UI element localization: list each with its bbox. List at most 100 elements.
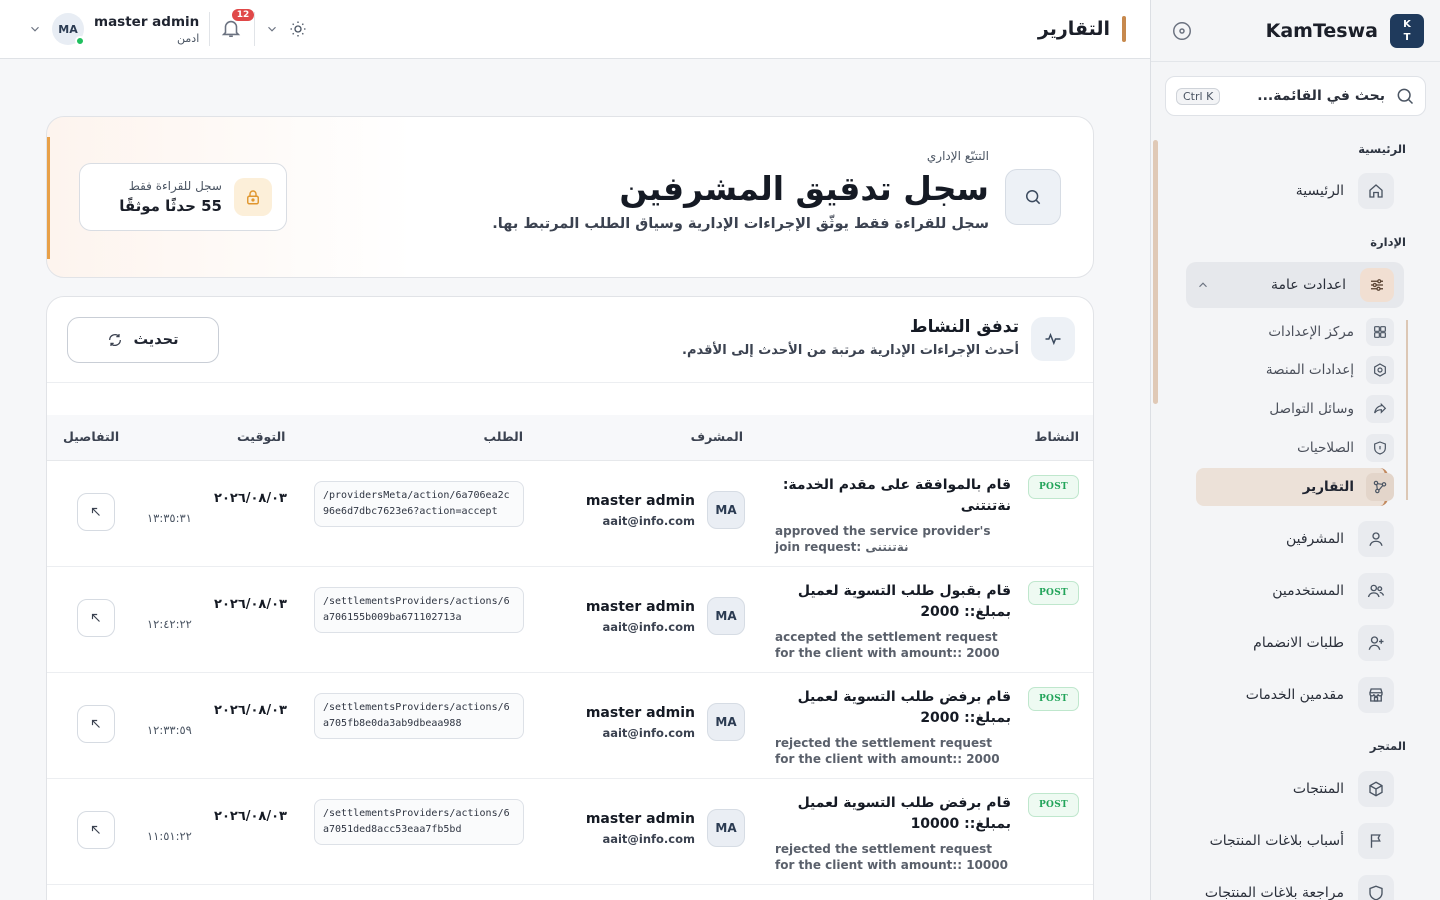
section-admin: الإدارة: [1370, 235, 1406, 249]
admin-email: aait@info.com: [602, 831, 695, 846]
column-header-request[interactable]: الطلب: [484, 429, 524, 444]
column-header-time[interactable]: التوقيت: [237, 429, 285, 444]
avatar: MA: [707, 809, 745, 847]
sidebar-search[interactable]: بحث في القائمة... Ctrl K: [1165, 76, 1426, 116]
page-title: التقارير: [1037, 18, 1110, 40]
sidebar-header: K T KamTeswa: [1151, 0, 1440, 62]
sidebar-subitem-platform-settings[interactable]: إعدادات المنصة: [1194, 355, 1394, 385]
arrow-up-left-icon: [89, 505, 103, 519]
hero-subtitle: سجل للقراءة فقط يوثّق الإجراءات الإدارية…: [492, 216, 989, 232]
hero-kicker: التتبّع الإداري: [926, 149, 989, 163]
column-header-activity[interactable]: النشاط: [1035, 429, 1079, 444]
admin-name: master admin: [585, 704, 695, 721]
activity-description-ar: قام برفض طلب التسوية لعميل بمبلغ:: 2000: [797, 689, 1011, 726]
page-title-accent: [1122, 16, 1126, 42]
sidebar-subitem-reports[interactable]: التقارير: [1194, 472, 1394, 502]
user-info[interactable]: master admin ادمن: [94, 14, 199, 45]
sidebar-collapse-icon[interactable]: [1171, 20, 1193, 42]
details-button[interactable]: [77, 493, 115, 531]
sidebar-item-join-requests[interactable]: طلبات الانضمام: [1184, 623, 1394, 663]
online-status-dot: [75, 36, 85, 46]
section-home: الرئيسية: [1358, 142, 1406, 156]
sidebar-item-report-reasons[interactable]: أسباب بلاغات المنتجات: [1184, 821, 1394, 861]
activity-description-ar: قام برفض طلب التسوية لعميل بمبلغ:: 10000: [797, 795, 1011, 832]
search-icon: [1023, 187, 1043, 207]
activity-description-en: accepted the settlement request for the …: [775, 630, 1000, 660]
column-header-admin[interactable]: المشرف: [691, 429, 743, 444]
arrow-up-left-icon: [89, 717, 103, 731]
sidebar-item-users[interactable]: المستخدمين: [1184, 571, 1394, 611]
sidebar-subitem-settings-center[interactable]: مركز الإعدادات: [1194, 317, 1394, 347]
details-button[interactable]: [77, 811, 115, 849]
admin-name: master admin: [585, 492, 695, 509]
admin-email: aait@info.com: [602, 725, 695, 740]
sidebar-item-products[interactable]: المنتجات: [1184, 769, 1394, 809]
activity-header: تدفق النشاط أحدث الإجراءات الإدارية مرتب…: [47, 297, 1093, 383]
brand-logo-k: K: [1403, 18, 1411, 30]
theme-chevron-down-icon[interactable]: [265, 22, 279, 36]
sidebar-scrollbar[interactable]: [1151, 126, 1159, 900]
chevron-up-icon[interactable]: [1196, 278, 1210, 292]
activity-title: تدفق النشاط: [909, 317, 1019, 337]
sidebar-item-report-review[interactable]: مراجعة بلاغات المنتجات: [1184, 873, 1394, 900]
shield-check-icon: [1358, 875, 1394, 900]
admin-name: master admin: [585, 810, 695, 827]
sidebar-item-label: المستخدمين: [1272, 583, 1344, 599]
sidebar-subitem-social[interactable]: وسائل التواصل: [1194, 394, 1394, 424]
activity-card: تدفق النشاط أحدث الإجراءات الإدارية مرتب…: [46, 296, 1094, 900]
shield-icon: [1366, 434, 1394, 462]
sliders-icon: [1360, 268, 1394, 302]
activity-description-en: rejected the settlement request for the …: [775, 842, 1008, 872]
sidebar: K T KamTeswa بحث في القائمة... Ctrl K ال…: [1150, 0, 1440, 900]
box-icon: [1358, 771, 1394, 807]
sidebar-scrollbar-thumb[interactable]: [1153, 140, 1158, 404]
timestamp: ٢٠٢٦/٠٨/٠٣ ١١:٥١:٢٢: [147, 809, 287, 843]
sidebar-item-label: المشرفين: [1285, 531, 1344, 547]
sidebar-item-providers[interactable]: مقدمين الخدمات: [1184, 675, 1394, 715]
admin-email: aait@info.com: [602, 619, 695, 634]
sidebar-subitem-label: مركز الإعدادات: [1268, 324, 1354, 340]
sidebar-item-label: مقدمين الخدمات: [1245, 687, 1344, 703]
page-title-wrap: التقارير: [1038, 16, 1126, 42]
sidebar-item-label: المنتجات: [1292, 781, 1344, 797]
section-store: المتجر: [1369, 739, 1406, 753]
timestamp-date: ٢٠٢٦/٠٨/٠٣: [214, 491, 287, 506]
share-icon: [1366, 395, 1394, 423]
http-method-badge: POST: [1027, 475, 1079, 499]
timestamp-date: ٢٠٢٦/٠٨/٠٣: [214, 597, 287, 612]
admin-cell: MA master admin aait@info.com: [586, 597, 745, 635]
lock-icon: [234, 178, 272, 216]
request-path: /providersMeta/action/6a706ea2c96e6d7dbc…: [314, 481, 524, 527]
user-avatar[interactable]: MA: [52, 13, 85, 46]
timestamp: ٢٠٢٦/٠٨/٠٣ ١٢:٤٢:٢٢: [147, 597, 287, 631]
request-path: /settlementsProviders/actions/6a706155b0…: [314, 587, 524, 633]
details-button[interactable]: [77, 599, 115, 637]
brand[interactable]: K T KamTeswa: [1265, 13, 1424, 48]
refresh-button[interactable]: تحديث: [67, 317, 219, 363]
brand-name: KamTeswa: [1265, 19, 1378, 42]
user-name: master admin: [94, 13, 200, 30]
reports-nodes-icon: [1366, 473, 1394, 501]
arrow-up-left-icon: [89, 611, 103, 625]
table-row: POST قام برفض طلب التسوية لعميل بمبلغ:: …: [47, 673, 1093, 779]
timestamp-time: ١٢:٤٢:٢٢: [147, 617, 192, 631]
timestamp-time: ١١:٥١:٢٢: [147, 829, 192, 843]
user-menu-chevron-down-icon[interactable]: [28, 22, 42, 36]
hero-search-button[interactable]: [1005, 169, 1061, 225]
column-header-details[interactable]: التفاصيل: [63, 429, 119, 444]
sidebar-item-supervisors[interactable]: المشرفين: [1184, 519, 1394, 559]
sidebar-item-home[interactable]: الرئيسية: [1184, 171, 1394, 211]
sun-icon[interactable]: [289, 20, 307, 38]
admin-cell: MA master admin aait@info.com: [586, 703, 745, 741]
details-button[interactable]: [77, 705, 115, 743]
sidebar-item-label: أسباب بلاغات المنتجات: [1209, 833, 1344, 849]
sidebar-subitem-permissions[interactable]: الصلاحيات: [1194, 433, 1394, 463]
bell-icon[interactable]: 12: [220, 9, 255, 41]
sidebar-group-general-settings[interactable]: اعدادت عامة: [1186, 262, 1404, 308]
table-row: POST قام برفض طلب التسوية لعميل بمبلغ:: …: [47, 779, 1093, 885]
search-icon: [1395, 86, 1415, 106]
activity-description: قام برفض طلب التسوية لعميل بمبلغ:: 2000 …: [775, 687, 1011, 767]
http-method-badge: POST: [1027, 581, 1079, 605]
timestamp-time: ١٣:٣٥:٣١: [147, 511, 192, 525]
activity-description: قام بقبول طلب التسوية لعميل بمبلغ:: 2000…: [775, 581, 1011, 661]
